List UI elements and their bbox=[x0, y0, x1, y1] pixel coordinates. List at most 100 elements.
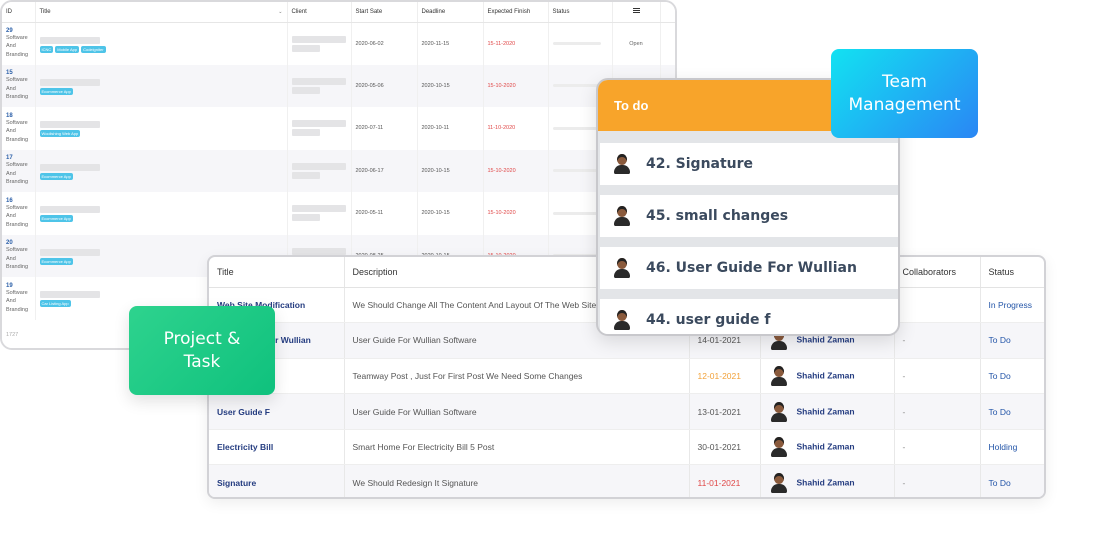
kanban-card[interactable]: 42. Signature bbox=[600, 143, 898, 185]
tag-badge[interactable]: Ecommerce App bbox=[39, 257, 73, 265]
table-row[interactable]: 18 Software And Branding Woolishing Web App 2… bbox=[2, 107, 675, 150]
cell-client bbox=[287, 149, 352, 192]
task-status[interactable]: To Do bbox=[980, 464, 1044, 497]
cell-expected-finish: 15-10-2020 bbox=[483, 192, 549, 235]
project-category: Software bbox=[6, 77, 28, 83]
status-progress-bar bbox=[552, 169, 601, 173]
task-assignee[interactable]: Shahid Zaman bbox=[760, 358, 895, 395]
assignee-name[interactable]: Shahid Zaman bbox=[797, 441, 855, 451]
cell-client bbox=[287, 192, 352, 235]
tag-list: Ecommerce App bbox=[39, 257, 75, 265]
avatar bbox=[769, 365, 789, 387]
task-status[interactable]: To Do bbox=[980, 322, 1044, 359]
col-header-title[interactable]: Title bbox=[209, 257, 345, 288]
table-row[interactable]: 15 Software And Branding Ecommerce App 2020-0… bbox=[2, 64, 675, 107]
task-status[interactable]: To Do bbox=[980, 358, 1044, 395]
table-row[interactable]: 17 Software And Branding Ecommerce App 2020-0… bbox=[2, 149, 675, 192]
project-category: Branding bbox=[6, 136, 29, 143]
project-task-callout: Project & Task bbox=[129, 306, 275, 395]
task-collaborators: - bbox=[894, 358, 981, 395]
status-progress-bar bbox=[552, 211, 601, 215]
cell-id: 18 Software And Branding bbox=[2, 107, 36, 150]
cell-expected-finish: 15-10-2020 bbox=[483, 64, 549, 107]
task-status[interactable]: Holding bbox=[980, 429, 1044, 466]
col-header-deadline[interactable]: Deadline bbox=[417, 2, 484, 23]
avatar bbox=[612, 309, 632, 331]
project-category: Branding bbox=[6, 264, 29, 270]
col-header-client[interactable]: Client bbox=[287, 2, 352, 23]
tag-badge[interactable]: Woolishing Web App bbox=[39, 130, 81, 138]
task-due-date: 11-01-2021 bbox=[689, 464, 761, 497]
task-assignee[interactable]: Shahid Zaman bbox=[760, 429, 895, 466]
tag-list: Ecommerce App bbox=[39, 215, 75, 223]
cell-id: 20 Software And Branding bbox=[2, 234, 36, 277]
col-header-id[interactable]: ID bbox=[2, 2, 36, 23]
col-header-expected[interactable]: Expected Finish bbox=[483, 2, 549, 23]
task-assignee[interactable]: Shahid Zaman bbox=[760, 393, 895, 430]
avatar bbox=[769, 401, 789, 423]
table-row[interactable]: User Guide F User Guide For Wullian Softw… bbox=[209, 393, 1044, 430]
cell-start-date: 2020-05-11 bbox=[351, 192, 418, 235]
task-assignee[interactable]: Shahid Zaman bbox=[760, 464, 895, 497]
status-progress-bar bbox=[552, 42, 601, 45]
task-collaborators bbox=[894, 287, 981, 324]
task-due-date: 30-01-2021 bbox=[689, 429, 761, 466]
assignee-name[interactable]: Shahid Zaman bbox=[797, 406, 855, 416]
kanban-card[interactable]: 44. user guide f bbox=[600, 299, 898, 334]
client-placeholder bbox=[291, 77, 346, 85]
col-header-status[interactable]: Status bbox=[980, 257, 1044, 288]
tag-badge[interactable]: ICNC bbox=[39, 45, 54, 53]
task-status[interactable]: To Do bbox=[980, 393, 1044, 430]
task-collaborators: - bbox=[894, 322, 981, 359]
table-row[interactable]: Electricity Bill Smart Home For Electrici… bbox=[209, 429, 1044, 466]
client-placeholder bbox=[291, 171, 320, 179]
table-row[interactable]: 16 Software And Branding Ecommerce App 2020-0… bbox=[2, 192, 675, 235]
cell-deadline: 2020-10-15 bbox=[417, 64, 484, 107]
assignee-name[interactable]: Shahid Zaman bbox=[797, 335, 855, 345]
task-title-link[interactable]: Electricity Bill bbox=[209, 429, 345, 466]
task-title-link[interactable]: Signature bbox=[209, 464, 345, 497]
tag-badge[interactable]: Ecommerce App bbox=[39, 215, 73, 223]
project-category: Branding bbox=[6, 94, 29, 100]
tag-badge[interactable]: Ecommerce App bbox=[39, 172, 73, 180]
columns-menu-button[interactable] bbox=[612, 2, 661, 23]
project-category: Software bbox=[6, 34, 28, 41]
tag-badge[interactable]: Mobile App bbox=[55, 45, 80, 53]
assignee-name[interactable]: Shahid Zaman bbox=[797, 477, 855, 487]
task-title-link[interactable]: User Guide F bbox=[209, 393, 345, 430]
tag-list: Woolishing Web App bbox=[39, 130, 83, 138]
kanban-card-title: 46. User Guide For Wullian bbox=[646, 260, 857, 276]
client-placeholder bbox=[291, 44, 320, 52]
col-header-start[interactable]: Start Sate bbox=[351, 2, 418, 23]
project-category: And bbox=[6, 43, 16, 50]
callout-line: Management bbox=[848, 94, 961, 115]
tag-badge[interactable]: Car Listing App bbox=[39, 300, 71, 308]
tag-badge[interactable]: Ecommerce App bbox=[39, 87, 73, 95]
task-collaborators: - bbox=[894, 464, 981, 497]
cell-expected-finish: 11-10-2020 bbox=[483, 107, 549, 150]
task-collaborators: - bbox=[894, 429, 981, 466]
cell-title: Ecommerce App bbox=[35, 64, 288, 107]
cell-start-date: 2020-06-17 bbox=[351, 149, 418, 192]
table-row[interactable]: 29 Software And Branding ICNC Mobile App Codei… bbox=[2, 22, 675, 65]
table-row[interactable]: Signature We Should Redesign It Signature… bbox=[209, 464, 1044, 497]
client-placeholder bbox=[291, 247, 346, 255]
col-header-title[interactable]: Title ⌄ bbox=[35, 2, 288, 23]
project-category: Software bbox=[6, 162, 28, 168]
client-placeholder bbox=[291, 86, 320, 94]
client-placeholder bbox=[291, 120, 346, 128]
col-header-collaborators[interactable]: Collaborators bbox=[894, 257, 981, 288]
col-header-status[interactable]: Status bbox=[548, 2, 613, 23]
task-status[interactable]: In Progress bbox=[980, 287, 1044, 324]
task-description: We Should Redesign It Signature bbox=[344, 464, 690, 497]
assignee-name[interactable]: Shahid Zaman bbox=[797, 370, 855, 380]
chevron-down-icon[interactable]: ⌄ bbox=[278, 9, 282, 15]
cell-spacer bbox=[660, 22, 675, 65]
table-row[interactable]: Teamway Post , Just For First Post We Ne… bbox=[209, 358, 1044, 395]
kanban-card[interactable]: 46. User Guide For Wullian bbox=[600, 247, 898, 289]
tag-badge[interactable]: Codeigniter bbox=[81, 45, 106, 53]
cell-id: 17 Software And Branding bbox=[2, 149, 36, 192]
callout-line: Task bbox=[183, 351, 221, 372]
kanban-card[interactable]: 45. small changes bbox=[600, 195, 898, 237]
project-category: Software bbox=[6, 204, 28, 211]
